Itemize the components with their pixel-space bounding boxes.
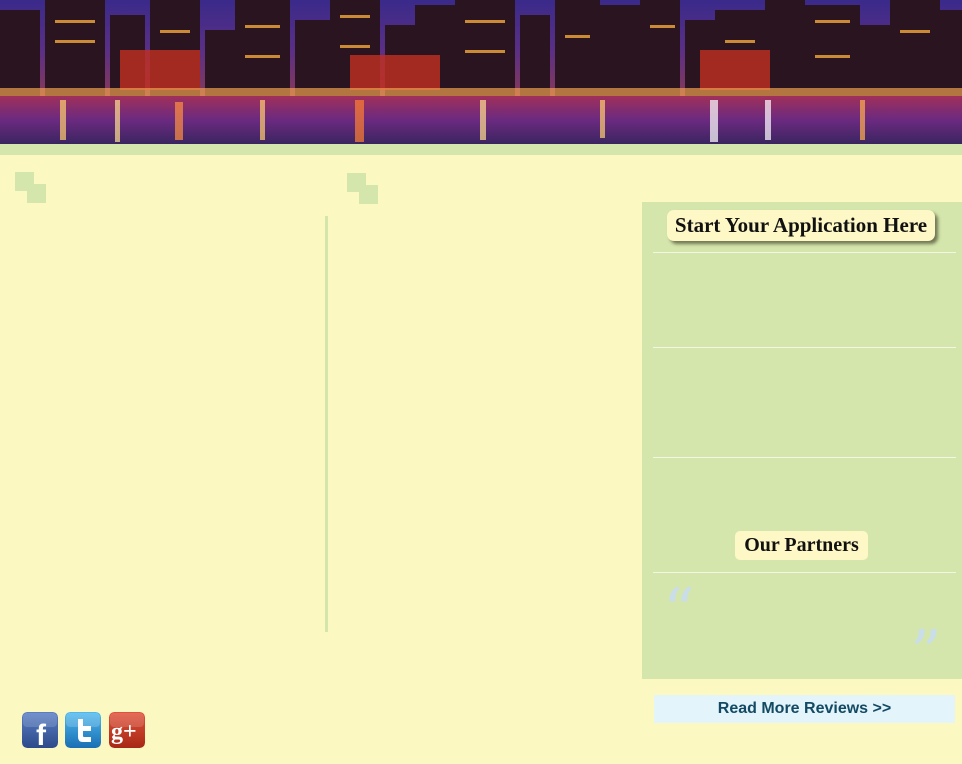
- corner-squares-icon: [347, 173, 379, 205]
- divider-line: [653, 347, 956, 348]
- twitter-icon[interactable]: [65, 712, 101, 748]
- google-plus-glyph: g+: [111, 719, 137, 745]
- sidebar-panel: Start Your Application Here Our Partners…: [642, 202, 962, 679]
- facebook-icon[interactable]: f: [22, 712, 58, 748]
- column-divider: [325, 216, 328, 632]
- start-application-button[interactable]: Start Your Application Here: [667, 210, 935, 241]
- open-quote-icon: “: [663, 586, 697, 612]
- corner-squares-icon: [15, 172, 47, 204]
- divider-line: [653, 252, 956, 253]
- close-quote-icon: ”: [910, 628, 944, 654]
- facebook-glyph: f: [36, 719, 47, 748]
- read-more-reviews-link[interactable]: Read More Reviews >>: [654, 695, 955, 723]
- city-skyline-banner: [0, 0, 962, 144]
- divider-line: [653, 457, 956, 458]
- banner-underline-strip: [0, 144, 962, 155]
- divider-line: [653, 572, 956, 573]
- google-plus-icon[interactable]: g+: [109, 712, 145, 748]
- our-partners-heading: Our Partners: [735, 531, 868, 560]
